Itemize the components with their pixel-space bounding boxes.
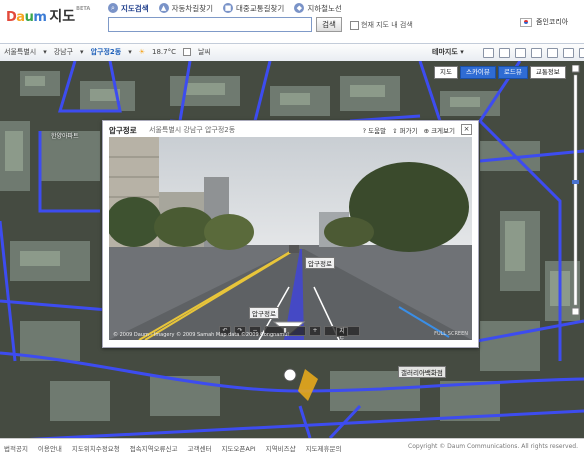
search-icon: ⌕	[108, 3, 118, 13]
footer-link[interactable]: 지도위치수정요청	[72, 443, 120, 453]
map-type-roadview[interactable]: 로드뷰	[497, 66, 528, 79]
breadcrumb-city[interactable]: 서울특별시	[4, 47, 36, 57]
footer-link[interactable]: 이용안내	[38, 443, 62, 453]
weather-sun-icon: ☀	[138, 48, 145, 56]
enlarge-link[interactable]: ⊕ 크게보기	[424, 125, 455, 135]
bus-icon: ■	[223, 3, 234, 13]
save-icon[interactable]	[563, 48, 574, 58]
roadview-panorama[interactable]: 압구정로 압구정로 ↶↷−▮+지도동기화 © 2009 Daum - Image…	[109, 137, 472, 340]
photo-copyright: © 2009 Daum - Imagery © 2009 Samah Map d…	[113, 332, 289, 338]
map-type-traffic[interactable]: 교통정보	[529, 66, 566, 79]
footer: 법적공지 이용안내 지도위치수정요청 접속지역오류신고 고객센터 지도오픈API…	[0, 438, 584, 454]
copyright: Copyright © Daum Communications. All rig…	[408, 443, 578, 450]
korea-flag-icon	[520, 17, 532, 27]
road-label: 압구정로	[249, 307, 279, 319]
map-type-map[interactable]: 지도	[434, 66, 458, 79]
popup-address: 서울특별시 강남구 압구정2동	[149, 126, 236, 134]
daum-map-logo[interactable]: Daum 지도BETA	[6, 6, 90, 26]
search-button[interactable]: 검색	[316, 17, 342, 32]
footer-link[interactable]: 고객센터	[188, 443, 212, 453]
tab-car-directions[interactable]: ▲ 자동차길찾기	[158, 2, 213, 14]
fullscreen-button[interactable]: FULL SCREEN	[434, 331, 468, 337]
close-icon[interactable]: ×	[461, 124, 472, 135]
road-label: 압구정로	[305, 257, 335, 269]
map-label: 한양아파트	[51, 133, 79, 140]
weather-checkbox-icon[interactable]	[182, 48, 191, 56]
car-icon: ▲	[158, 3, 169, 13]
roadview-popup: 압구정로 서울특별시 강남구 압구정2동 ? 도움말 ⇪ 퍼가기 ⊕ 크게보기 …	[102, 120, 479, 348]
footer-links: 법적공지 이용안내 지도위치수정요청 접속지역오류신고 고객센터 지도오픈API…	[4, 443, 341, 453]
tab-map-search[interactable]: ⌕ 지도검색	[108, 2, 149, 14]
search-input[interactable]	[108, 17, 312, 32]
breadcrumb-district[interactable]: 강남구	[54, 47, 73, 57]
search-tabs: ⌕ 지도검색 ▲ 자동차길찾기 ■ 대중교통길찾기 ◆ 지하철노선	[108, 2, 342, 14]
footer-link[interactable]: 지도오픈API	[221, 443, 255, 453]
street-photo	[109, 137, 472, 340]
link-icon[interactable]	[579, 48, 584, 58]
map-tools	[483, 48, 584, 58]
map-label[interactable]: 갤러리아백화점	[398, 366, 446, 378]
sync-map-button[interactable]: 지도동기화	[324, 326, 360, 340]
popup-actions: ? 도움말 ⇪ 퍼가기 ⊕ 크게보기 ×	[363, 124, 472, 135]
footer-link[interactable]: 지역비즈샵	[266, 443, 296, 453]
help-link[interactable]: ? 도움말	[363, 125, 386, 135]
map-type-skyview[interactable]: 스카이뷰	[459, 66, 496, 79]
chevron-down-icon[interactable]: ▾	[80, 48, 84, 56]
search-in-current-map-checkbox[interactable]: 현재 지도 내 검색	[350, 20, 413, 30]
tab-transit-directions[interactable]: ■ 대중교통길찾기	[223, 2, 284, 14]
zoom-in-icon[interactable]: +	[309, 326, 321, 336]
weather-temp: 18.7°C	[152, 48, 176, 56]
region-selector[interactable]: 줌인코리아	[520, 17, 568, 27]
map-type-toggle: 지도 스카이뷰 로드뷰 교통정보	[434, 66, 566, 79]
breadcrumb-dong[interactable]: 압구정2동	[91, 47, 122, 57]
footer-link[interactable]: 법적공지	[4, 443, 28, 453]
popup-title: 압구정로	[109, 126, 137, 135]
tab-subway-map[interactable]: ◆ 지하철노선	[294, 2, 342, 14]
subway-icon: ◆	[294, 3, 305, 13]
footer-link[interactable]: 접속지역오류신고	[130, 443, 178, 453]
zoom-slider[interactable]	[572, 65, 580, 315]
area-icon[interactable]	[515, 48, 526, 58]
distance-icon[interactable]	[499, 48, 510, 58]
chevron-down-icon[interactable]: ▾	[128, 48, 132, 56]
footer-link[interactable]: 지도제휴문의	[306, 443, 342, 453]
location-bar: 서울특별시 ▾ 강남구 ▾ 압구정2동 ▾ ☀ 18.7°C 날씨 테마지도 ▾	[0, 43, 584, 62]
breadcrumb: 서울특별시 ▾ 강남구 ▾ 압구정2동 ▾ ☀ 18.7°C 날씨	[4, 47, 211, 57]
weather-label[interactable]: 날씨	[198, 47, 211, 57]
print-icon[interactable]	[547, 48, 558, 58]
mail-icon[interactable]	[531, 48, 542, 58]
chevron-down-icon[interactable]: ▾	[43, 48, 47, 56]
share-link[interactable]: ⇪ 퍼가기	[392, 125, 417, 135]
theme-map-button[interactable]: 테마지도 ▾	[432, 47, 464, 57]
zoom-icon[interactable]	[483, 48, 494, 58]
header: Daum 지도BETA ⌕ 지도검색 ▲ 자동차길찾기 ■ 대중교통길찾기 ◆ 지하철노선…	[0, 0, 584, 43]
checkbox[interactable]	[350, 20, 359, 30]
